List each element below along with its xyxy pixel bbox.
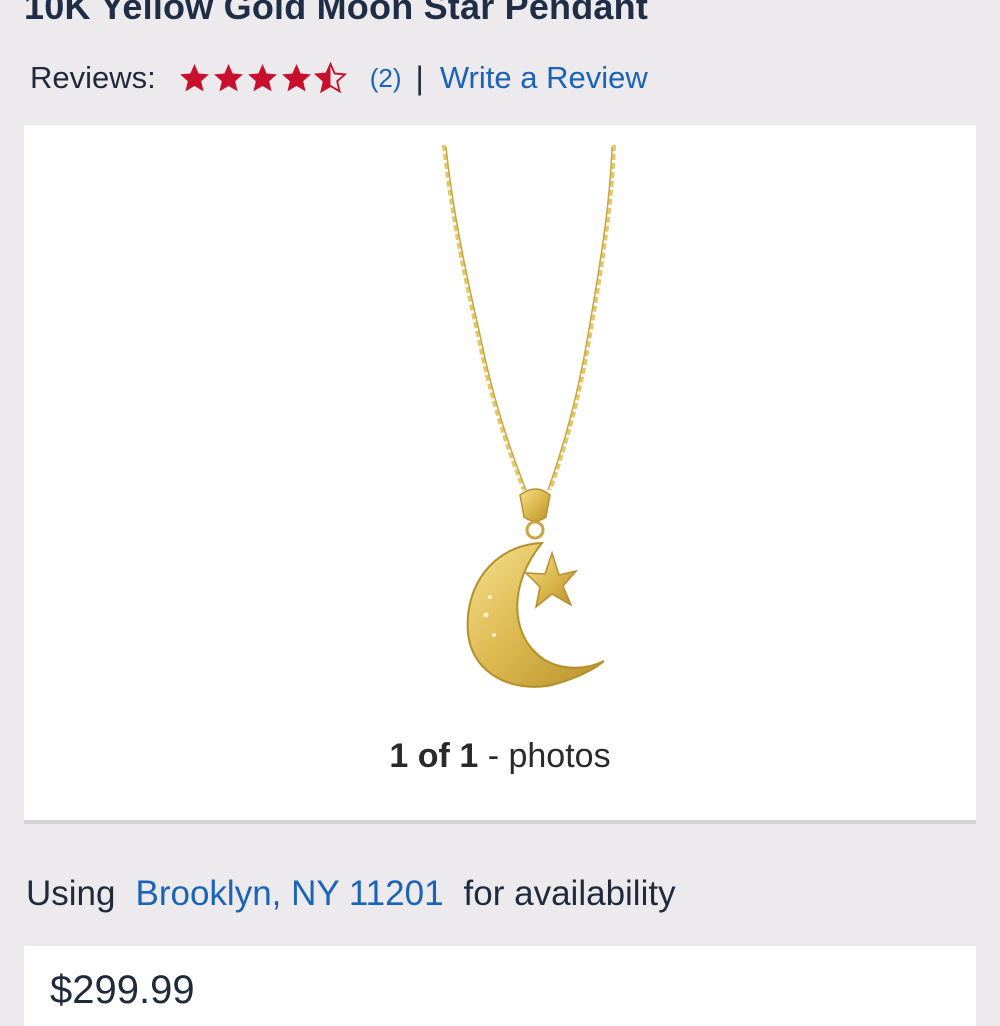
star-full-icon [179,64,209,92]
photo-of: of [417,737,450,775]
photo-current: 1 [389,737,409,775]
availability-row: Using Brooklyn, NY 11201 for availability [26,874,676,914]
price-card: $299.99 [24,946,976,1026]
star-full-icon [247,64,277,92]
star-rating[interactable] [178,62,348,94]
product-title: 10K Yellow Gold Moon Star Pendant [24,0,649,27]
star-full-icon [281,64,311,92]
separator: | [415,59,424,96]
photo-suffix: photos [508,737,611,775]
photo-total: 1 [459,737,479,775]
photo-gallery: 1 of 1 - photos [24,125,976,824]
location-link[interactable]: Brooklyn, NY 11201 [135,874,443,913]
reviews-label: Reviews: [30,60,156,95]
review-count-link[interactable]: (2) [370,63,402,94]
availability-suffix: for availability [463,874,676,913]
star-full-icon [213,64,243,92]
photo-counter: 1 of 1 - photos [24,737,976,776]
availability-prefix: Using [26,874,116,913]
reviews-row: Reviews: (2) | Write a Review [30,56,648,100]
write-review-link[interactable]: Write a Review [440,60,648,96]
product-price: $299.99 [50,968,195,1012]
photo-dash: - [487,737,500,775]
product-image[interactable] [424,145,654,705]
star-half-icon [313,62,347,94]
